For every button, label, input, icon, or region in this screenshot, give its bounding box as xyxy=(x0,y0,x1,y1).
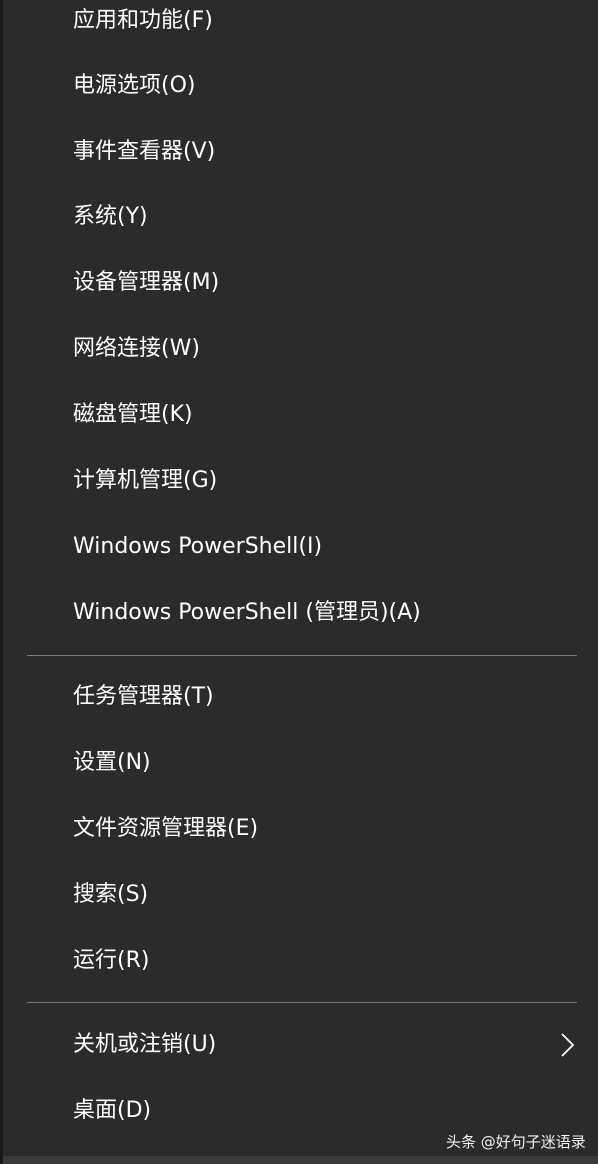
menu-item-power-options[interactable]: 电源选项(O) xyxy=(73,71,195,101)
watermark-text: 头条 @好句子迷语录 xyxy=(446,1133,586,1151)
chevron-right-icon[interactable] xyxy=(558,1031,578,1059)
menu-item-search[interactable]: 搜索(S) xyxy=(73,880,148,910)
menu-item-event-viewer[interactable]: 事件查看器(V) xyxy=(73,137,215,167)
menu-item-computer-management[interactable]: 计算机管理(G) xyxy=(73,466,217,496)
menu-separator xyxy=(27,655,577,656)
menu-item-file-explorer[interactable]: 文件资源管理器(E) xyxy=(73,814,258,844)
menu-item-disk-management[interactable]: 磁盘管理(K) xyxy=(73,400,193,430)
context-menu: 应用和功能(F) 电源选项(O) 事件查看器(V) 系统(Y) 设备管理器(M)… xyxy=(0,0,598,1164)
menu-item-apps-features[interactable]: 应用和功能(F) xyxy=(73,6,213,36)
taskbar-strip xyxy=(3,1156,598,1164)
menu-item-system[interactable]: 系统(Y) xyxy=(73,202,148,232)
menu-item-powershell-admin[interactable]: Windows PowerShell (管理员)(A) xyxy=(73,598,421,628)
menu-item-run[interactable]: 运行(R) xyxy=(73,946,149,976)
menu-separator xyxy=(27,1002,577,1003)
menu-item-settings[interactable]: 设置(N) xyxy=(73,748,151,778)
menu-item-network-connections[interactable]: 网络连接(W) xyxy=(73,334,200,364)
menu-item-device-manager[interactable]: 设备管理器(M) xyxy=(73,268,219,298)
menu-item-shutdown-signout[interactable]: 关机或注销(U) xyxy=(73,1030,216,1060)
menu-item-powershell[interactable]: Windows PowerShell(I) xyxy=(73,532,322,562)
menu-item-task-manager[interactable]: 任务管理器(T) xyxy=(73,682,214,712)
menu-item-desktop[interactable]: 桌面(D) xyxy=(73,1096,151,1126)
